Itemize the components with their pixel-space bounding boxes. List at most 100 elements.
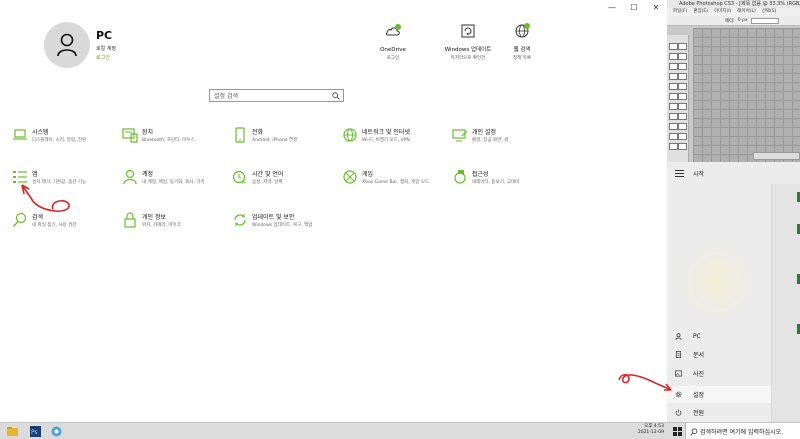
quick-sub: 로그인 (386, 56, 400, 62)
photoshop-menubar: 파일(F) 편집(E) 이미지(I) 레이어(L) 선택(S) (667, 8, 800, 16)
profile-section[interactable]: PC 로컬 계정 로그인 (44, 22, 116, 68)
clock[interactable]: 오후 4:53 2021-12-09 (620, 424, 664, 436)
tile-search[interactable]: 검색 내 파일 찾기, 사용 권한 (12, 212, 122, 229)
tile-desc: 위치, 카메라, 마이크 (142, 223, 181, 228)
tile-accounts[interactable]: 계정 내 계정, 메일, 동기화, 회사, 가족 (122, 169, 232, 186)
photoshop-window: Adobe Photoshop CS3 - [제목 없음 @ 33.3% (RG… (667, 0, 800, 162)
quick-web-search[interactable]: 웹 검색 정책 목록 (492, 22, 552, 61)
person-icon (123, 169, 137, 185)
tile-update-security[interactable]: 업데이트 및 보안 Windows 업데이트, 복구, 백업 (232, 212, 342, 229)
tile-desc: Windows 업데이트, 복구, 백업 (252, 223, 313, 228)
style-field[interactable] (750, 17, 779, 24)
tile-title: 개인 정보 (142, 214, 166, 221)
type-tool-icon[interactable] (678, 113, 687, 120)
photoshop-status (753, 152, 800, 160)
document-icon (675, 351, 682, 358)
tile-time-language[interactable]: A 시간 및 언어 음성, 지역, 날짜 (232, 169, 342, 186)
tile-phone[interactable]: 전화 Android, iPhone 연결 (232, 127, 342, 144)
minimize-button[interactable]: — (601, 0, 623, 14)
tile-desc: 음성, 지역, 날짜 (252, 180, 283, 185)
ps-menu-file[interactable]: 파일(F) (673, 8, 687, 16)
notes-tool-icon[interactable] (669, 133, 678, 140)
tile-title: 네트워크 및 인터넷 (362, 129, 410, 136)
start-item-power[interactable]: 전원 (667, 404, 771, 421)
hamburger-icon[interactable] (675, 168, 684, 179)
ps-menu-image[interactable]: 이미지(I) (714, 8, 731, 16)
start-item-settings[interactable]: 설정 (667, 386, 771, 403)
globe-icon (515, 23, 530, 38)
blur-tool-icon[interactable] (669, 103, 678, 110)
photoshop-icon[interactable]: Ps (29, 425, 42, 438)
slice-tool-icon[interactable] (678, 63, 687, 70)
brush-tool-icon[interactable] (678, 73, 687, 80)
photoshop-canvas[interactable] (693, 28, 800, 162)
windows-start-icon[interactable] (673, 427, 682, 436)
heal-tool-icon[interactable] (669, 73, 678, 80)
start-header[interactable]: 시작 (667, 162, 800, 184)
annotation-arrow (618, 373, 672, 391)
quick-label: OneDrive (380, 47, 406, 53)
gradient-tool-icon[interactable] (678, 93, 687, 100)
tile-personalization[interactable]: 개인 설정 배경, 잠금 화면, 색 (452, 127, 562, 144)
window-controls: — ☐ ✕ (601, 0, 667, 14)
history-brush-icon[interactable] (678, 83, 687, 90)
sign-in-link[interactable]: 로그인 (96, 54, 116, 61)
tile-system[interactable]: 시스템 디스플레이, 소리, 알림, 전원 (12, 127, 122, 144)
eyedropper-tool-icon[interactable] (678, 133, 687, 140)
tile-title: 게임 (362, 171, 374, 178)
ps-menu-layer[interactable]: 레이어(L) (737, 8, 755, 16)
browser-icon[interactable] (50, 425, 63, 438)
tile-desc: 내 계정, 메일, 동기화, 회사, 가족 (142, 180, 205, 185)
start-item-documents[interactable]: 문서 (667, 346, 771, 363)
search-icon[interactable] (332, 92, 340, 100)
start-menu: 시작 PC 문서 사진 설정 전원 (618, 162, 800, 422)
taskbar-search-placeholder: 검색하려면 여기에 입력하십시오. (700, 429, 784, 436)
move-tool-icon[interactable] (678, 43, 687, 50)
ps-menu-select[interactable]: 선택(S) (762, 8, 777, 16)
quick-label: Windows 업데이트 (444, 47, 492, 53)
settings-search-box[interactable]: 설정 검색 (209, 89, 344, 102)
desktop: — ☐ ✕ PC 로컬 계정 로그인 OneDrive 로그인 Windows … (0, 0, 800, 439)
quick-windows-update[interactable]: Windows 업데이트 마지막으로 확인한 (438, 22, 498, 61)
wand-tool-icon[interactable] (678, 53, 687, 60)
hand-tool-icon[interactable] (669, 143, 678, 150)
dodge-tool-icon[interactable] (678, 103, 687, 110)
tile-title: 전화 (252, 129, 264, 136)
tile-desc: 설치 제거, 기본값, 옵션 기능 (32, 180, 87, 185)
tile-desc: Bluetooth, 프린터, 마우스 (142, 138, 195, 143)
tile-devices[interactable]: 장치 Bluetooth, 프린터, 마우스 (122, 127, 232, 144)
svg-text:A: A (242, 180, 246, 185)
power-icon (675, 409, 682, 416)
start-item-pc[interactable]: PC (667, 328, 771, 345)
tile-accessibility[interactable]: 접근성 내레이터, 돋보기, 고대비 (452, 169, 562, 186)
crop-tool-icon[interactable] (669, 63, 678, 70)
eraser-tool-icon[interactable] (669, 93, 678, 100)
maximize-button[interactable]: ☐ (623, 0, 645, 14)
zoom-tool-icon[interactable] (678, 143, 687, 150)
windows-update-icon (461, 24, 475, 38)
tile-apps[interactable]: 앱 설치 제거, 기본값, 옵션 기능 (12, 169, 122, 186)
tile-network[interactable]: 네트워크 및 인터넷 Wi-Fi, 비행기 모드, VPN (342, 127, 452, 144)
tile-gaming[interactable]: 게임 Xbox Game Bar, 캡처, 게임 모드 (342, 169, 452, 186)
close-button[interactable]: ✕ (645, 0, 667, 14)
marquee-tool-icon[interactable] (669, 43, 678, 50)
quick-onedrive[interactable]: OneDrive 로그인 (363, 22, 423, 61)
pen-tool-icon[interactable] (669, 113, 678, 120)
path-tool-icon[interactable] (669, 123, 678, 130)
tile-privacy[interactable]: 개인 정보위치, 카메라, 마이크 (122, 212, 232, 229)
xbox-icon (343, 170, 357, 184)
clock-date: 2021-12-09 (637, 430, 664, 435)
file-explorer-icon[interactable] (6, 425, 19, 438)
feather-value[interactable]: 0 px (738, 18, 748, 23)
taskbar-search-box[interactable]: 검색하려면 여기에 입력하십시오. (685, 423, 800, 439)
svg-text:Ps: Ps (31, 429, 38, 436)
globe-icon (343, 128, 357, 142)
start-item-pictures[interactable]: 사진 (667, 365, 771, 382)
shape-tool-icon[interactable] (678, 123, 687, 130)
lasso-tool-icon[interactable] (669, 53, 678, 60)
user-icon (675, 333, 682, 340)
stamp-tool-icon[interactable] (669, 83, 678, 90)
tile-title: 업데이트 및 보안 (252, 214, 295, 221)
gear-icon (675, 391, 682, 398)
ps-menu-edit[interactable]: 편집(E) (693, 8, 708, 16)
